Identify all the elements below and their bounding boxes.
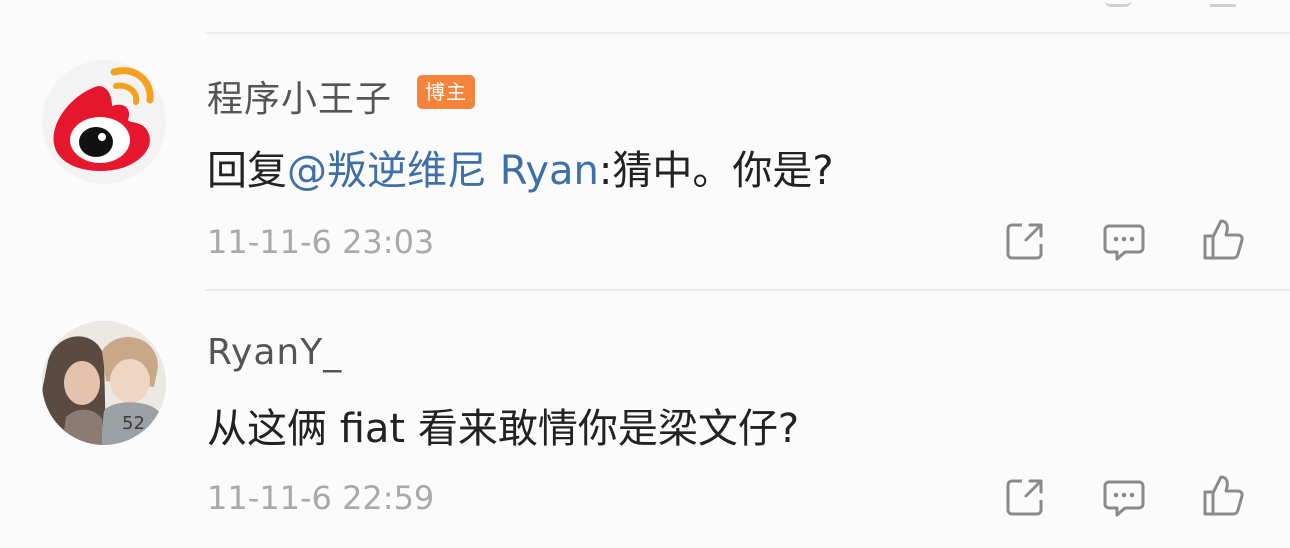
like-button[interactable]: [1200, 472, 1246, 518]
previous-row-icon-fragment: [1210, 0, 1236, 7]
comment-text: 回复@叛逆维尼 Ryan:猜中。你是?: [207, 138, 834, 196]
comment-text: 从这俩 fiat 看来敢情你是梁文仔?: [207, 406, 800, 452]
avatar[interactable]: 52: [42, 321, 166, 445]
divider: [205, 289, 1290, 291]
username[interactable]: 程序小王子: [207, 70, 392, 122]
svg-text:52: 52: [122, 413, 145, 434]
timestamp: 11-11-6 23:03: [207, 223, 435, 261]
timestamp: 11-11-6 22:59: [207, 479, 435, 517]
comment-icon: [1103, 224, 1145, 261]
share-button[interactable]: [1002, 474, 1048, 520]
comment-button[interactable]: [1101, 474, 1147, 520]
comment-body: :猜中。你是?: [598, 148, 834, 194]
like-button[interactable]: [1200, 216, 1246, 262]
username[interactable]: RyanY_: [207, 332, 342, 373]
share-icon: [1006, 223, 1043, 260]
reply-prefix: 回复: [207, 148, 287, 194]
share-button[interactable]: [1002, 218, 1048, 264]
like-icon: [1203, 219, 1244, 260]
mention-link[interactable]: @叛逆维尼 Ryan: [287, 148, 599, 194]
user-photo-avatar: 52: [42, 321, 166, 445]
previous-row-icon-fragment: [1105, 0, 1131, 7]
share-icon: [1006, 479, 1043, 516]
comment-button[interactable]: [1101, 218, 1147, 264]
like-icon: [1203, 475, 1244, 516]
avatar[interactable]: [42, 60, 166, 184]
comment-icon: [1103, 480, 1145, 517]
divider: [205, 32, 1290, 34]
author-badge: 博主: [417, 75, 475, 109]
weibo-logo-icon: [53, 67, 154, 171]
